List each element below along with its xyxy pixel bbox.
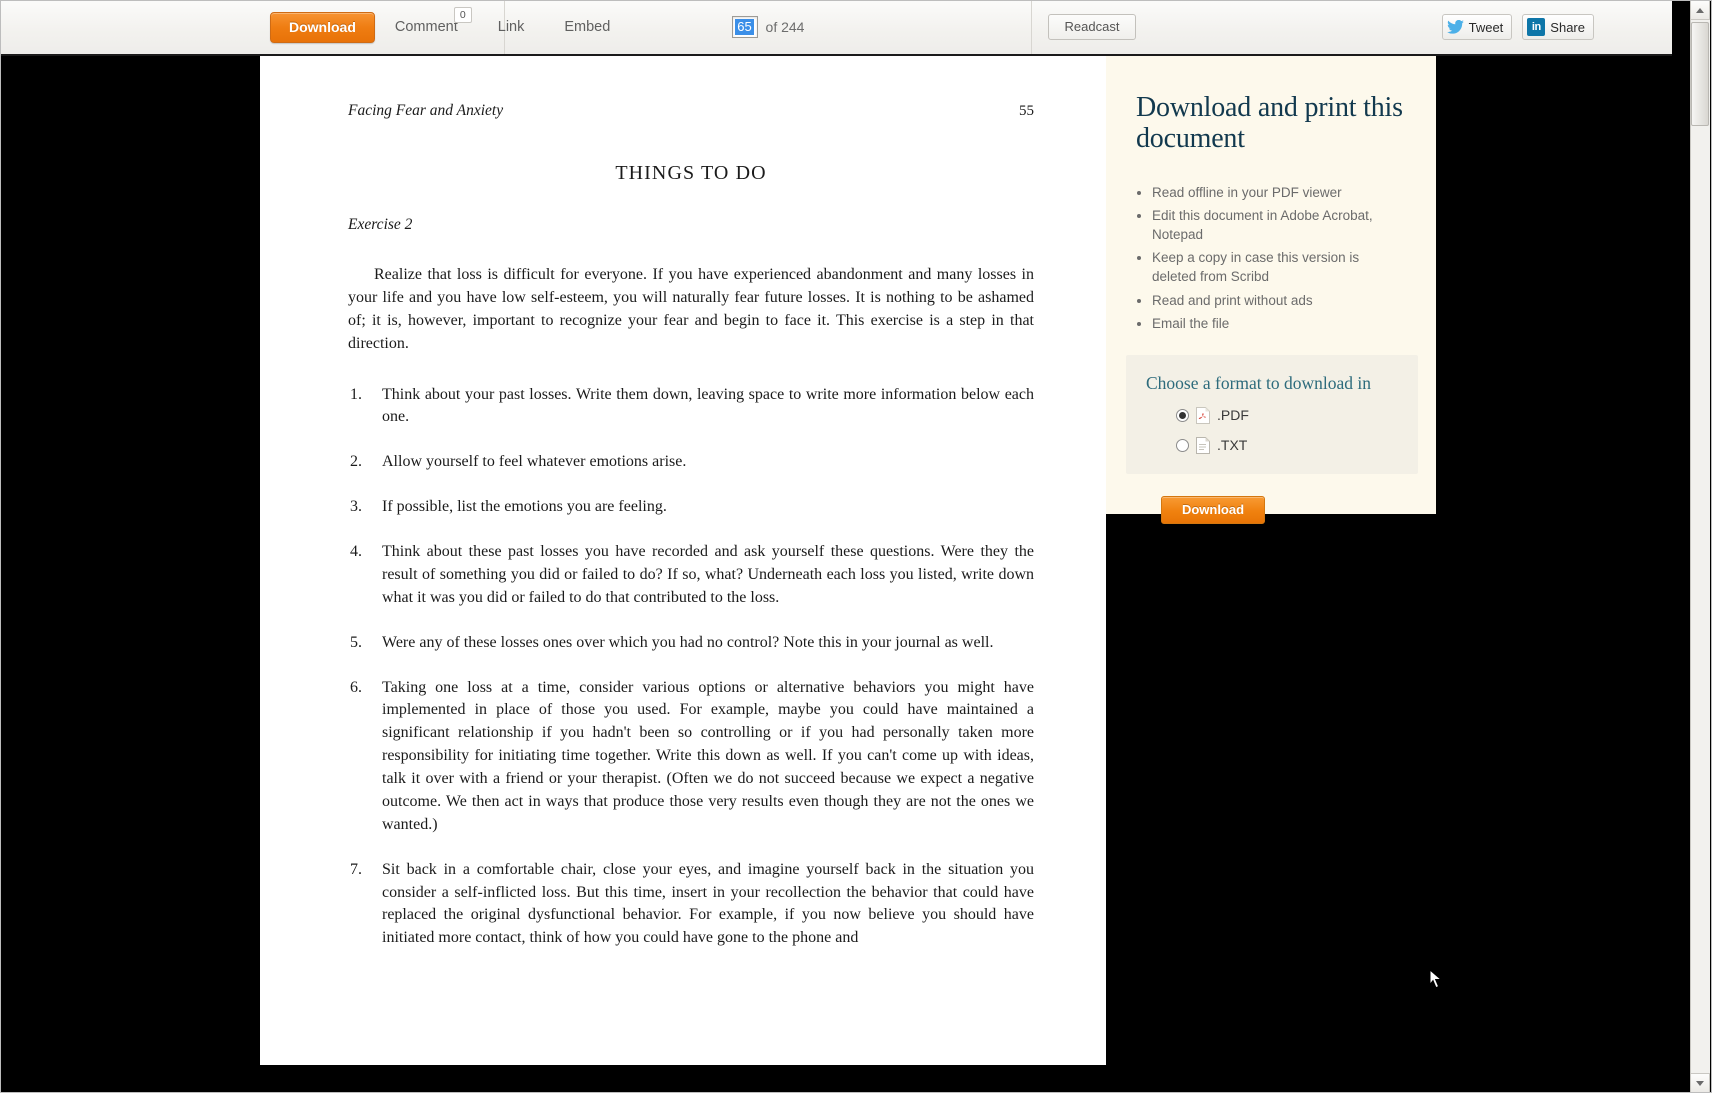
top-toolbar: Download Comment 0 Link Embed 65 of 244 … bbox=[0, 0, 1672, 56]
things-to-do-list: 1. Think about your past losses. Write t… bbox=[348, 384, 1034, 951]
link-button[interactable]: Link bbox=[478, 0, 545, 55]
download-panel-button-label: Download bbox=[1181, 502, 1245, 518]
scrollbar-thumb[interactable] bbox=[1691, 22, 1709, 126]
download-panel-title: Download and print this document bbox=[1136, 92, 1403, 155]
tweet-button[interactable]: Tweet bbox=[1441, 14, 1513, 40]
document-content: Facing Fear and Anxiety 55 THINGS TO DO … bbox=[260, 56, 1106, 950]
format-option-txt[interactable]: .TXT bbox=[1176, 436, 1398, 454]
list-item: Email the file bbox=[1152, 314, 1404, 333]
list-item: Read and print without ads bbox=[1152, 291, 1404, 310]
download-button-toolbar[interactable]: Download bbox=[270, 11, 375, 43]
linkedin-share-button[interactable]: in Share bbox=[1522, 14, 1594, 40]
list-item-text: Taking one loss at a time, consider vari… bbox=[382, 678, 1034, 833]
list-item-text: Think about these past losses you have r… bbox=[382, 543, 1034, 606]
social-share-group: Tweet in Share bbox=[1441, 14, 1594, 40]
list-item-number: 6. bbox=[350, 678, 362, 696]
share-label: Share bbox=[1550, 19, 1585, 35]
txt-icon bbox=[1196, 436, 1210, 454]
comment-button[interactable]: Comment 0 bbox=[375, 0, 478, 55]
list-item: Read offline in your PDF viewer bbox=[1152, 183, 1404, 202]
tweet-label: Tweet bbox=[1468, 19, 1504, 35]
app-root: Download Comment 0 Link Embed 65 of 244 … bbox=[0, 0, 1712, 1093]
vertical-scrollbar[interactable] bbox=[1688, 0, 1712, 1093]
list-item-text: Sit back in a comfortable chair, close y… bbox=[382, 860, 1034, 947]
list-item: 2. Allow yourself to feel whatever emoti… bbox=[348, 451, 1034, 474]
download-print-panel: Download and print this document Read of… bbox=[1106, 56, 1436, 524]
chevron-down-icon bbox=[1696, 1080, 1704, 1086]
readcast-button[interactable]: Readcast bbox=[1048, 14, 1136, 40]
twitter-bird-icon bbox=[1446, 20, 1464, 34]
comment-label: Comment bbox=[394, 19, 458, 35]
format-label-pdf: .PDF bbox=[1217, 407, 1249, 424]
scroll-up-arrow-icon[interactable] bbox=[1690, 0, 1710, 20]
radio-pdf[interactable] bbox=[1176, 408, 1189, 422]
list-item: 4. Think about these past losses you hav… bbox=[348, 541, 1034, 610]
list-item-text: Allow yourself to feel whatever emotions… bbox=[382, 453, 687, 471]
list-item-number: 7. bbox=[350, 860, 362, 878]
list-item-text: Think about your past losses. Write them… bbox=[382, 385, 1034, 426]
list-item: 3. If possible, list the emotions you ar… bbox=[348, 496, 1034, 519]
list-item: 7. Sit back in a comfortable chair, clos… bbox=[348, 859, 1034, 951]
format-label-txt: .TXT bbox=[1217, 437, 1248, 454]
list-item: 1. Think about your past losses. Write t… bbox=[348, 384, 1034, 430]
page-total-label: of 244 bbox=[765, 19, 805, 35]
list-item: Edit this document in Adobe Acrobat, Not… bbox=[1152, 206, 1404, 244]
comment-count-badge: 0 bbox=[453, 7, 472, 23]
linkedin-icon: in bbox=[1527, 18, 1546, 36]
list-item: 6. Taking one loss at a time, consider v… bbox=[348, 677, 1034, 837]
format-chooser: Choose a format to download in .PDF .TXT bbox=[1126, 354, 1418, 474]
scroll-down-arrow-icon[interactable] bbox=[1690, 1073, 1710, 1093]
document-page-number: 55 bbox=[1019, 103, 1034, 119]
readcast-label: Readcast bbox=[1064, 19, 1120, 34]
list-item-text: Were any of these losses ones over which… bbox=[382, 633, 994, 651]
list-item: 5. Were any of these losses ones over wh… bbox=[348, 632, 1034, 655]
toolbar-right-group: Readcast Tweet in Share bbox=[1032, 0, 1672, 54]
document-heading: THINGS TO DO bbox=[615, 162, 767, 184]
chevron-up-icon bbox=[1696, 7, 1704, 13]
intro-paragraph: Realize that loss is difficult for every… bbox=[348, 266, 1034, 352]
exercise-label: Exercise 2 bbox=[348, 216, 413, 233]
list-item-number: 5. bbox=[350, 633, 362, 651]
list-item-text: If possible, list the emotions you are f… bbox=[382, 498, 667, 516]
download-button-panel[interactable]: Download bbox=[1161, 495, 1265, 524]
scrollbar-track[interactable] bbox=[1690, 0, 1710, 1093]
embed-label: Embed bbox=[564, 19, 611, 35]
document-page: Facing Fear and Anxiety 55 THINGS TO DO … bbox=[260, 56, 1106, 1065]
toolbar-left-group: Download Comment 0 Link Embed bbox=[0, 0, 610, 55]
list-item-number: 3. bbox=[350, 498, 362, 516]
download-benefits-list: Read offline in your PDF viewer Edit thi… bbox=[1136, 183, 1404, 333]
pdf-icon bbox=[1196, 406, 1210, 424]
document-running-header: Facing Fear and Anxiety 55 bbox=[348, 102, 1034, 120]
page-number-value: 65 bbox=[735, 19, 754, 35]
link-label: Link bbox=[497, 19, 525, 35]
format-option-pdf[interactable]: .PDF bbox=[1176, 406, 1398, 424]
list-item-number: 2. bbox=[350, 453, 362, 471]
format-chooser-label: Choose a format to download in bbox=[1146, 372, 1372, 393]
embed-button[interactable]: Embed bbox=[544, 0, 630, 55]
download-button-label: Download bbox=[289, 18, 356, 35]
list-item-number: 4. bbox=[350, 543, 362, 560]
list-item: Keep a copy in case this version is dele… bbox=[1152, 248, 1404, 286]
running-head-title: Facing Fear and Anxiety bbox=[348, 102, 504, 119]
list-item-number: 1. bbox=[350, 385, 362, 403]
radio-txt[interactable] bbox=[1176, 438, 1189, 452]
page-number-input[interactable]: 65 bbox=[731, 16, 758, 38]
document-viewer[interactable]: Facing Fear and Anxiety 55 THINGS TO DO … bbox=[0, 56, 1672, 1093]
